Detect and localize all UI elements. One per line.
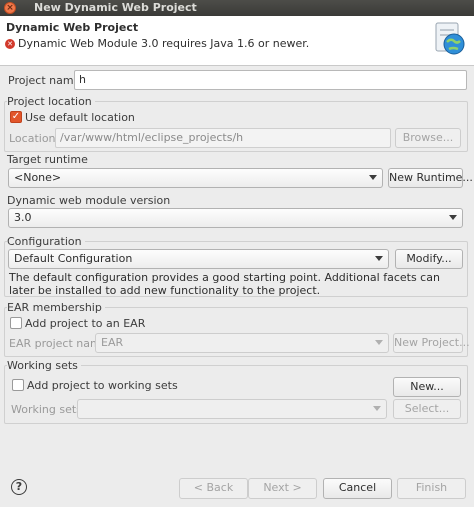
add-to-ear-checkbox[interactable] (10, 317, 22, 329)
help-icon[interactable]: ? (11, 479, 27, 495)
window-titlebar: × New Dynamic Web Project (0, 0, 474, 16)
add-to-working-sets-label: Add project to working sets (27, 379, 178, 392)
new-working-set-button[interactable]: New... (393, 377, 461, 397)
error-icon: ✕ (5, 39, 15, 49)
project-name-label: Project name: (8, 74, 85, 87)
module-version-value: 3.0 (14, 211, 32, 224)
use-default-location-label: Use default location (25, 111, 135, 124)
ear-project-name-combo[interactable]: EAR (95, 333, 389, 353)
project-location-group-label: Project location (7, 95, 95, 108)
browse-button[interactable]: Browse... (395, 128, 461, 148)
module-version-label: Dynamic web module version (7, 194, 174, 207)
add-to-ear-label: Add project to an EAR (25, 317, 146, 330)
location-label: Location: (9, 132, 60, 145)
project-name-input[interactable]: h (74, 70, 467, 90)
location-input[interactable]: /var/www/html/eclipse_projects/h (55, 128, 391, 148)
modify-button[interactable]: Modify... (395, 249, 463, 269)
ear-project-name-value: EAR (101, 336, 124, 349)
add-to-working-sets-checkbox[interactable] (12, 379, 24, 391)
configuration-combo[interactable]: Default Configuration (8, 249, 389, 269)
web-project-globe-icon (435, 22, 465, 55)
chevron-down-icon (369, 175, 377, 180)
module-version-combo[interactable]: 3.0 (8, 208, 463, 228)
next-button[interactable]: Next > (248, 478, 317, 499)
new-runtime-button[interactable]: New Runtime... (388, 168, 473, 188)
ear-membership-group-label: EAR membership (7, 301, 105, 314)
error-message: Dynamic Web Module 3.0 requires Java 1.6… (18, 37, 310, 50)
wizard-title: Dynamic Web Project (6, 21, 139, 34)
select-working-sets-button[interactable]: Select... (393, 399, 461, 419)
working-sets-group-label: Working sets (7, 359, 81, 372)
window-title: New Dynamic Web Project (34, 1, 197, 14)
target-runtime-label: Target runtime (7, 153, 91, 166)
configuration-description: The default configuration provides a goo… (9, 271, 440, 297)
configuration-group-label: Configuration (7, 235, 85, 248)
chevron-down-icon (449, 215, 457, 220)
target-runtime-combo[interactable]: <None> (8, 168, 383, 188)
chevron-down-icon (373, 406, 381, 411)
working-sets-combo[interactable] (77, 399, 387, 419)
working-sets-label: Working sets: (11, 403, 86, 416)
finish-button[interactable]: Finish (397, 478, 466, 499)
target-runtime-value: <None> (14, 171, 62, 184)
cancel-button[interactable]: Cancel (323, 478, 392, 499)
use-default-location-checkbox[interactable]: ✓ (10, 111, 22, 123)
chevron-down-icon (375, 256, 383, 261)
new-ear-project-button[interactable]: New Project... (393, 333, 470, 353)
back-button[interactable]: < Back (179, 478, 248, 499)
close-icon[interactable]: × (4, 2, 16, 14)
configuration-value: Default Configuration (14, 252, 133, 265)
chevron-down-icon (375, 340, 383, 345)
wizard-banner: Dynamic Web Project ✕ Dynamic Web Module… (0, 16, 474, 66)
